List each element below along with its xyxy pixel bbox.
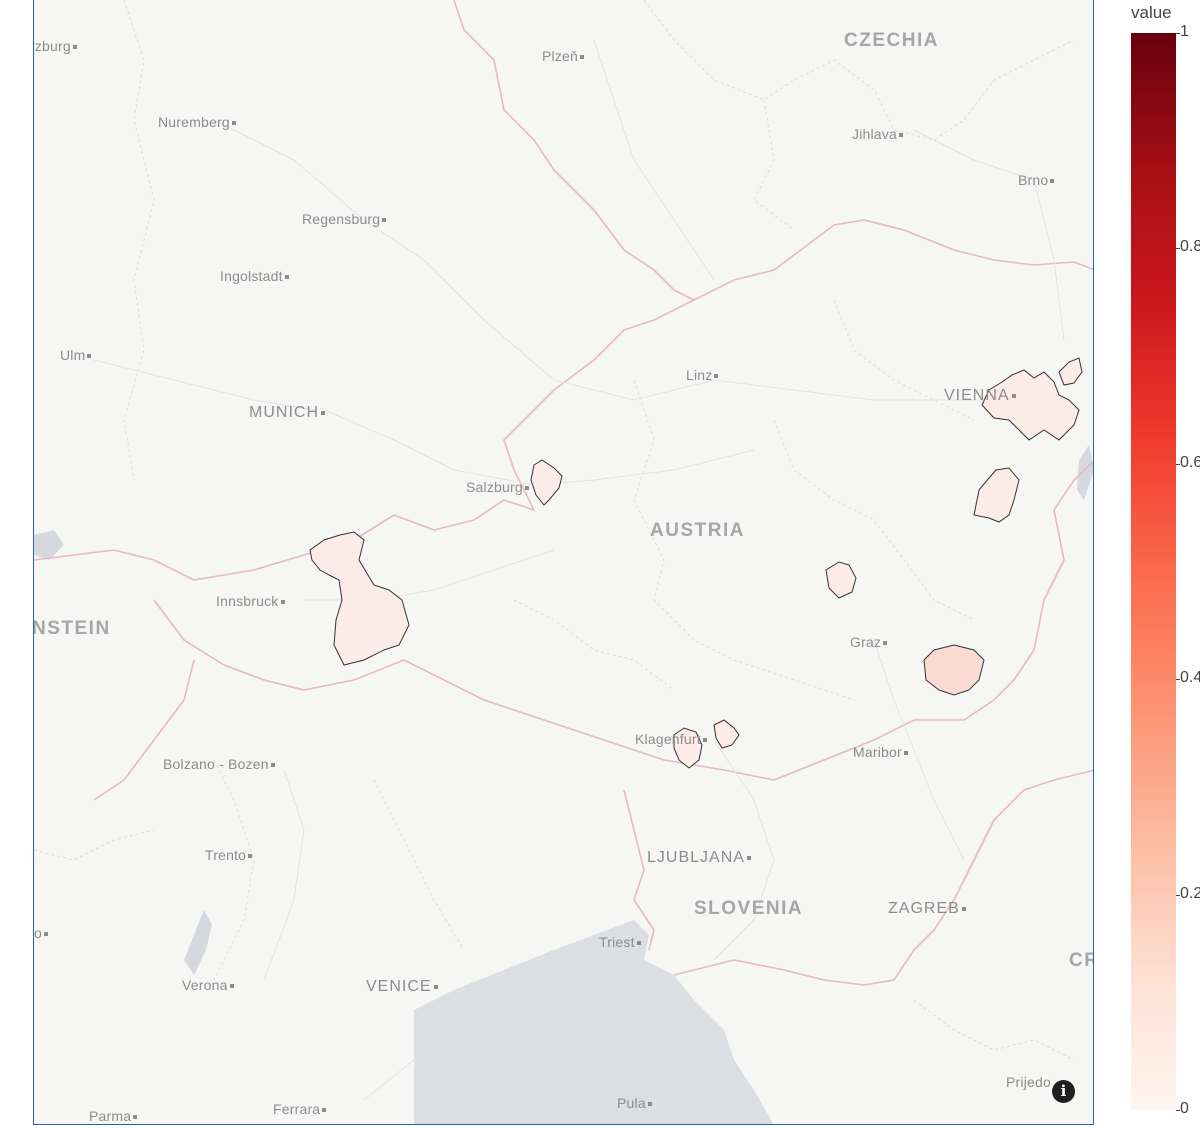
region-wiener-neustadt <box>973 467 1020 523</box>
lake-garda <box>184 910 212 975</box>
lake-neusiedl <box>1077 445 1093 500</box>
colorbar-tick-label: 0 <box>1180 1100 1189 1117</box>
city-label-innsbruck: Innsbruck <box>216 593 285 609</box>
border-cz-at <box>693 219 1093 301</box>
city-label-ferrara: Ferrara <box>273 1101 327 1117</box>
adriatic-sea <box>414 920 774 1124</box>
colorbar-tick-label: 0.6 <box>1180 453 1200 471</box>
region-southeast-styria <box>923 644 985 696</box>
region-salzburg <box>530 459 563 506</box>
region-villach <box>713 719 740 749</box>
region-vienna-ne <box>1058 357 1083 386</box>
city-label-parma: Parma <box>89 1108 138 1124</box>
city-label-bolzano: Bolzano - Bozen <box>163 756 275 772</box>
city-label-ljubljana: LJUBLJANA <box>647 849 751 867</box>
city-label-plzen: Plzeň <box>542 48 585 64</box>
colorbar-tick-label: 1 <box>1180 23 1189 40</box>
country-label-czechia: CZECHIA <box>844 30 939 51</box>
city-label-jihlava: Jihlava <box>852 126 903 142</box>
country-label-slovenia: SLOVENIA <box>694 898 804 919</box>
city-label-partial: o <box>34 925 48 941</box>
colorbar-title: value <box>1131 3 1172 22</box>
border-si-hr <box>673 769 1093 986</box>
city-label-brno: Brno <box>1018 172 1055 188</box>
city-label-pula: Pula <box>617 1095 652 1111</box>
city-label-vienna: VIENNA <box>944 387 1016 405</box>
region-innsbruck <box>309 531 410 666</box>
colorbar-tick-label: 0.2 <box>1180 884 1200 902</box>
city-label-venice: VENICE <box>366 978 438 996</box>
city-label-klagenfurt: Klagenfurt <box>635 731 707 747</box>
city-label-verona: Verona <box>182 977 234 993</box>
city-label-wurzburg: rzburg <box>34 38 77 54</box>
city-label-triest: Triest <box>599 934 641 950</box>
map-basemap <box>34 0 1093 1124</box>
city-label-zagreb: ZAGREB <box>888 900 966 918</box>
border-de-at-west <box>93 659 195 801</box>
city-label-trento: Trento <box>205 847 253 863</box>
city-label-graz: Graz <box>850 634 888 650</box>
colorbar-tick-label: 0.8 <box>1180 238 1200 256</box>
country-label-croatia: CR <box>1069 950 1093 971</box>
city-label-nuremberg: Nuremberg <box>158 114 236 130</box>
city-label-ulm: Ulm <box>60 347 92 363</box>
info-icon[interactable]: i <box>1052 1080 1075 1103</box>
city-label-munich: MUNICH <box>249 404 325 422</box>
city-label-prijedor: Prijedo <box>1006 1074 1051 1090</box>
city-label-maribor: Maribor <box>853 744 908 760</box>
city-label-salzburg: Salzburg <box>466 479 529 495</box>
region-bruck <box>825 561 857 599</box>
border-de-at <box>34 299 695 581</box>
city-label-ingolstadt: Ingolstadt <box>220 268 289 284</box>
country-label-austria: AUSTRIA <box>650 520 745 541</box>
colorbar-tick-label: 0.4 <box>1180 669 1200 687</box>
colorbar <box>1131 33 1176 1110</box>
border-at-si <box>773 649 1035 781</box>
country-label-liechtenstein: NSTEIN <box>33 618 111 639</box>
border-de-cz <box>453 0 695 301</box>
lake-constance <box>34 530 64 560</box>
city-label-regensburg: Regensburg <box>302 211 387 227</box>
map-panel[interactable]: rzburg Plzeň Nuremberg Jihlava Brno Rege… <box>33 0 1094 1125</box>
city-label-linz: Linz <box>686 367 719 383</box>
